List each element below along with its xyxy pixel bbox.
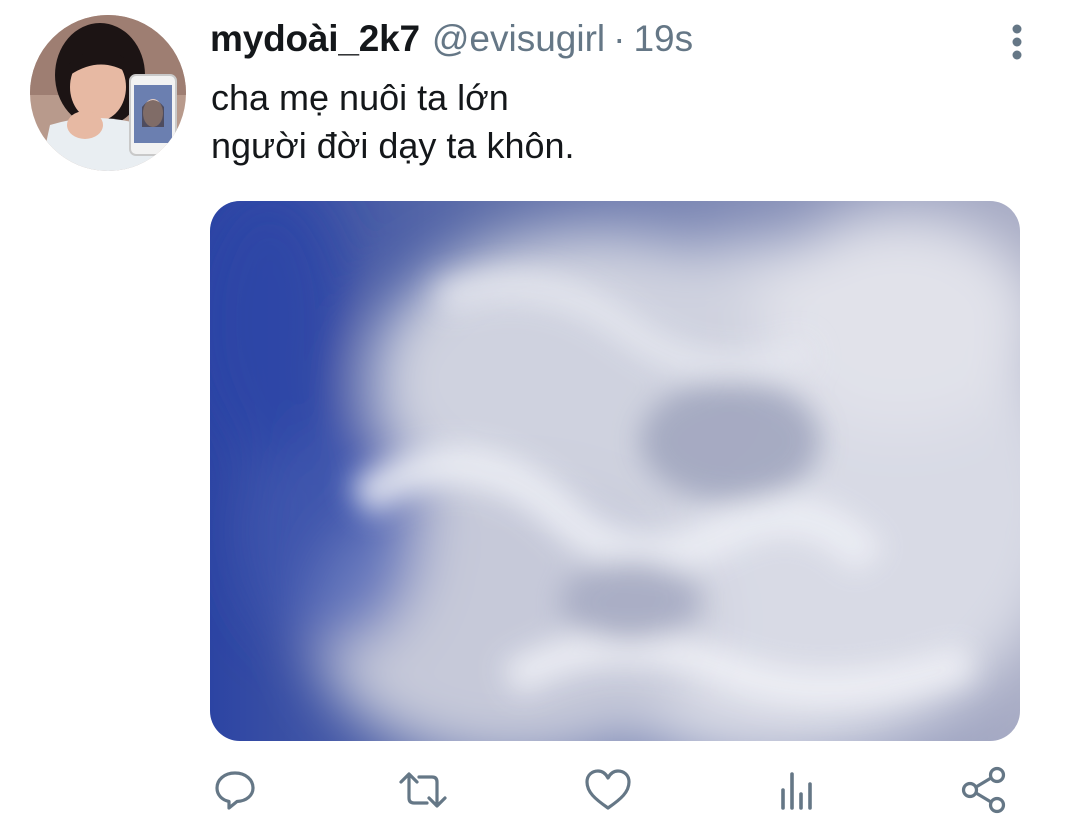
- analytics-icon: [781, 772, 812, 810]
- more-vertical-icon: [1012, 24, 1022, 60]
- reply-button[interactable]: [209, 764, 261, 816]
- like-icon: [585, 769, 631, 810]
- timestamp[interactable]: 19s: [633, 18, 693, 60]
- share-icon: [961, 766, 1006, 814]
- retweet-icon: [399, 772, 447, 808]
- share-button[interactable]: [958, 764, 1010, 816]
- tweet-text-line: cha mẹ nuôi ta lớn: [211, 77, 509, 118]
- retweet-button[interactable]: [397, 764, 449, 816]
- like-button[interactable]: [582, 764, 634, 816]
- smoke-photo: [210, 201, 1020, 741]
- tweet[interactable]: mydoài_2k7 @evisugirl · 19s cha mẹ nuôi …: [0, 0, 1080, 838]
- tweet-media-image[interactable]: [210, 201, 1020, 741]
- reply-icon: [215, 771, 255, 810]
- tweet-text-line: người đời dạy ta khôn.: [211, 125, 575, 166]
- avatar-image: [30, 15, 186, 171]
- more-options-button[interactable]: [1000, 20, 1034, 64]
- separator-dot: ·: [613, 18, 626, 59]
- avatar[interactable]: [30, 15, 186, 171]
- analytics-button[interactable]: [770, 764, 822, 816]
- display-name[interactable]: mydoài_2k7: [210, 18, 420, 60]
- user-handle[interactable]: @evisugirl: [432, 18, 605, 60]
- tweet-text: cha mẹ nuôi ta lớn người đời dạy ta khôn…: [211, 74, 575, 170]
- tweet-header: mydoài_2k7 @evisugirl · 19s: [210, 18, 693, 68]
